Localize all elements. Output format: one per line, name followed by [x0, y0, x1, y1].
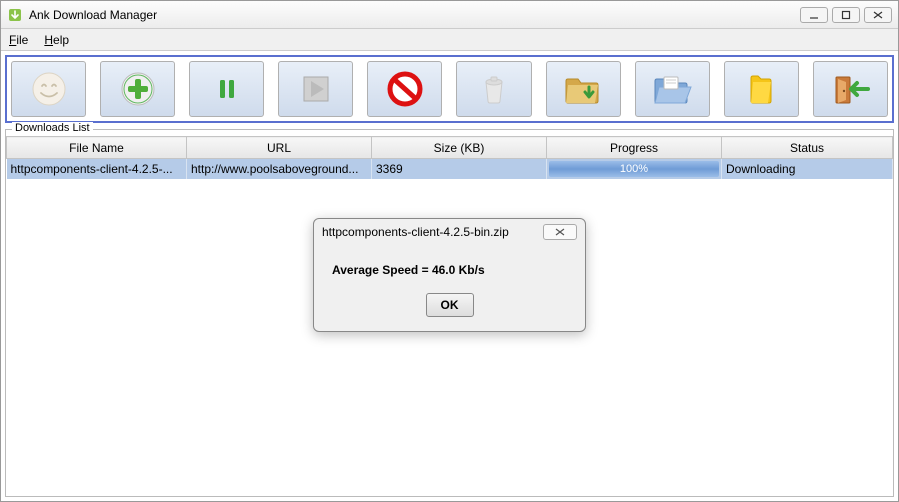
downloads-table: File Name URL Size (KB) Progress Status …	[6, 136, 893, 179]
titlebar: Ank Download Manager	[1, 1, 898, 29]
col-url[interactable]: URL	[187, 137, 372, 159]
add-button[interactable]	[100, 61, 175, 117]
col-status[interactable]: Status	[722, 137, 893, 159]
cell-progress: 100%	[547, 159, 722, 179]
dialog-titlebar: httpcomponents-client-4.2.5-bin.zip	[314, 219, 585, 245]
clear-button[interactable]	[456, 61, 531, 117]
col-size[interactable]: Size (KB)	[372, 137, 547, 159]
minimize-button[interactable]	[800, 7, 828, 23]
maximize-button[interactable]	[832, 7, 860, 23]
cell-filename: httpcomponents-client-4.2.5-...	[7, 159, 187, 179]
dialog-title: httpcomponents-client-4.2.5-bin.zip	[322, 225, 543, 239]
col-progress[interactable]: Progress	[547, 137, 722, 159]
downloads-list-label: Downloads List	[12, 122, 93, 134]
cancel-button[interactable]	[367, 61, 442, 117]
app-title: Ank Download Manager	[29, 8, 800, 22]
table-row[interactable]: httpcomponents-client-4.2.5-... http://w…	[7, 159, 893, 179]
col-filename[interactable]: File Name	[7, 137, 187, 159]
open-folder-button[interactable]	[635, 61, 710, 117]
cell-status: Downloading	[722, 159, 893, 179]
cell-size: 3369	[372, 159, 547, 179]
dialog-close-button[interactable]	[543, 224, 577, 240]
download-folder-button[interactable]	[546, 61, 621, 117]
app-icon	[7, 7, 23, 23]
cell-url: http://www.poolsaboveground...	[187, 159, 372, 179]
menu-help[interactable]: Help	[40, 31, 73, 49]
menu-file[interactable]: File	[5, 31, 32, 49]
progress-bar: 100%	[549, 161, 719, 177]
menubar: File Help	[1, 29, 898, 51]
smiley-button[interactable]	[11, 61, 86, 117]
dialog-message: Average Speed = 46.0 Kb/s	[314, 245, 585, 285]
toolbar	[5, 55, 894, 123]
close-button[interactable]	[864, 7, 892, 23]
exit-button[interactable]	[813, 61, 888, 117]
resume-button[interactable]	[278, 61, 353, 117]
speed-dialog: httpcomponents-client-4.2.5-bin.zip Aver…	[313, 218, 586, 332]
options-button[interactable]	[724, 61, 799, 117]
dialog-ok-button[interactable]: OK	[426, 293, 474, 317]
pause-button[interactable]	[189, 61, 264, 117]
